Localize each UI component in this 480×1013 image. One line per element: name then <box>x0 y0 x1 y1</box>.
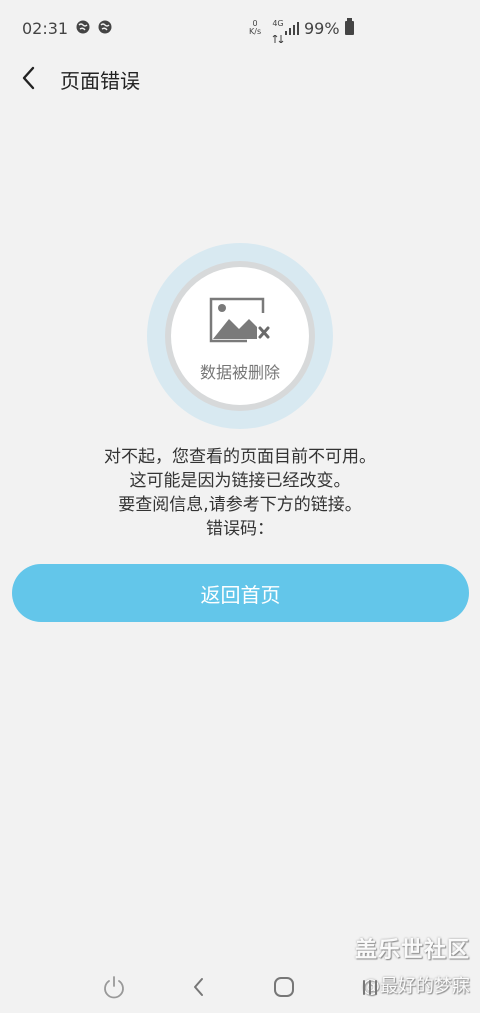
error-code-label: 错误码： <box>206 519 274 539</box>
status-bar: 02:31 0 K/s 4G 99% <box>0 0 480 58</box>
error-message-line: 要查阅信息,请参考下方的链接。 <box>118 495 362 515</box>
back-arrow-icon[interactable] <box>16 62 46 94</box>
status-time: 02:31 <box>22 19 69 38</box>
error-message-line: 这可能是因为链接已经改变。 <box>129 471 351 491</box>
error-message-line: 对不起，您查看的页面目前不可用。 <box>104 447 376 467</box>
net-speed-unit: K/s <box>249 27 262 36</box>
error-graphic-disc: 数据被删除 <box>171 267 309 405</box>
header: 页面错误 <box>0 58 480 98</box>
error-graphic-ring: 数据被删除 <box>165 261 315 411</box>
navigation-bar <box>0 960 480 1013</box>
nav-back-icon[interactable] <box>186 974 212 1000</box>
net-speed: 0 K/s <box>249 20 261 36</box>
error-caption: 数据被删除 <box>199 363 280 382</box>
data-arrows-icon <box>272 34 284 44</box>
battery-icon <box>345 18 354 35</box>
error-message: 对不起，您查看的页面目前不可用。 这可能是因为链接已经改变。 要查阅信息,请参考… <box>0 445 480 541</box>
power-icon[interactable] <box>101 974 127 1000</box>
globe-icon <box>98 20 112 34</box>
battery-percent: 99% <box>304 19 340 38</box>
page-title: 页面错误 <box>60 69 140 93</box>
signal-icon <box>285 22 299 35</box>
network-type-label: 4G <box>272 19 284 28</box>
return-home-button[interactable]: 返回首页 <box>12 564 469 622</box>
error-graphic: 数据被删除 <box>147 243 333 429</box>
broken-image-icon <box>209 297 270 343</box>
nav-recents-icon[interactable] <box>357 974 383 1000</box>
globe-icon <box>76 20 90 34</box>
nav-home-icon[interactable] <box>271 974 297 1000</box>
network-type: 4G <box>272 20 284 47</box>
